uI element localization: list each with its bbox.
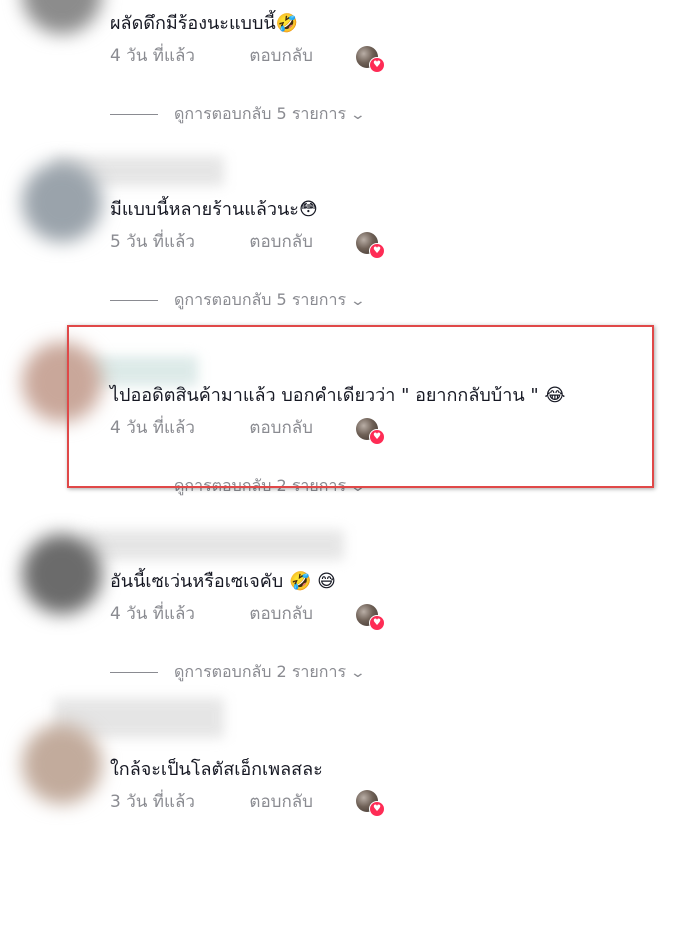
avatar[interactable] bbox=[22, 162, 102, 242]
creator-liked-badge: ♥ bbox=[356, 232, 385, 259]
reply-button[interactable]: ตอบกลับ bbox=[249, 601, 313, 627]
avatar[interactable] bbox=[22, 0, 102, 34]
view-replies-label: ดูการตอบกลับ 2 รายการ bbox=[174, 476, 347, 495]
heart-icon: ♥ bbox=[369, 57, 385, 73]
comment-time: 4 วัน ที่แล้ว bbox=[110, 604, 195, 624]
view-replies-button[interactable]: ดูการตอบกลับ 2 รายการ ⌄ bbox=[110, 474, 367, 498]
heart-icon: ♥ bbox=[369, 429, 385, 445]
heart-icon: ♥ bbox=[369, 243, 385, 259]
comment-item: ใกล้จะเป็นโลตัสเอ็กเพลสละ 3 วัน ที่แล้ว … bbox=[0, 698, 687, 930]
comment-time: 4 วัน ที่แล้ว bbox=[110, 46, 195, 66]
comment-meta: 4 วัน ที่แล้ว ตอบกลับ bbox=[110, 43, 313, 69]
chevron-down-icon: ⌄ bbox=[349, 479, 367, 495]
comment-item: มีแบบนี้หลายร้านแล้วนะ😳 5 วัน ที่แล้ว ตอ… bbox=[0, 156, 687, 372]
view-replies-label: ดูการตอบกลับ 5 รายการ bbox=[174, 290, 347, 309]
comment-text: อันนี้เซเว่นหรือเซเจคับ 🤣 😅 bbox=[110, 571, 336, 592]
chevron-down-icon: ⌄ bbox=[349, 107, 367, 123]
avatar[interactable] bbox=[22, 724, 102, 804]
avatar[interactable] bbox=[22, 534, 102, 614]
view-replies-label: ดูการตอบกลับ 5 รายการ bbox=[174, 104, 347, 123]
creator-liked-badge: ♥ bbox=[356, 604, 385, 631]
comment-meta: 3 วัน ที่แล้ว ตอบกลับ bbox=[110, 789, 313, 815]
comment-time: 3 วัน ที่แล้ว bbox=[110, 792, 195, 812]
reply-button[interactable]: ตอบกลับ bbox=[249, 415, 313, 441]
creator-liked-badge: ♥ bbox=[356, 418, 385, 445]
heart-icon: ♥ bbox=[369, 615, 385, 631]
view-replies-button[interactable]: ดูการตอบกลับ 2 รายการ ⌄ bbox=[110, 660, 367, 684]
comment-meta: 5 วัน ที่แล้ว ตอบกลับ bbox=[110, 229, 313, 255]
reply-button[interactable]: ตอบกลับ bbox=[249, 789, 313, 815]
heart-icon: ♥ bbox=[369, 801, 385, 817]
chevron-down-icon: ⌄ bbox=[349, 293, 367, 309]
comment-text: ไปออดิตสินค้ามาแล้ว บอกคำเดียวว่า " อยาก… bbox=[110, 385, 566, 406]
username[interactable] bbox=[84, 530, 344, 560]
divider bbox=[110, 672, 158, 673]
view-replies-label: ดูการตอบกลับ 2 รายการ bbox=[174, 662, 347, 681]
comment-time: 4 วัน ที่แล้ว bbox=[110, 418, 195, 438]
divider bbox=[110, 486, 158, 487]
comment-text: มีแบบนี้หลายร้านแล้วนะ😳 bbox=[110, 199, 318, 220]
username[interactable] bbox=[88, 356, 198, 386]
comment-time: 5 วัน ที่แล้ว bbox=[110, 232, 195, 252]
comment-meta: 4 วัน ที่แล้ว ตอบกลับ bbox=[110, 415, 313, 441]
comment-meta: 4 วัน ที่แล้ว ตอบกลับ bbox=[110, 601, 313, 627]
creator-liked-badge: ♥ bbox=[356, 46, 385, 73]
reply-button[interactable]: ตอบกลับ bbox=[249, 43, 313, 69]
avatar[interactable] bbox=[22, 342, 102, 422]
view-replies-button[interactable]: ดูการตอบกลับ 5 รายการ ⌄ bbox=[110, 288, 367, 312]
divider bbox=[110, 300, 158, 301]
view-replies-button[interactable]: ดูการตอบกลับ 5 รายการ ⌄ bbox=[110, 102, 367, 126]
creator-liked-badge: ♥ bbox=[356, 790, 385, 817]
divider bbox=[110, 114, 158, 115]
comment-text: ผลัดดึกมีร้องนะแบบนี้🤣 bbox=[110, 13, 299, 34]
reply-button[interactable]: ตอบกลับ bbox=[249, 229, 313, 255]
chevron-down-icon: ⌄ bbox=[349, 665, 367, 681]
comment-text: ใกล้จะเป็นโลตัสเอ็กเพลสละ bbox=[110, 759, 323, 780]
